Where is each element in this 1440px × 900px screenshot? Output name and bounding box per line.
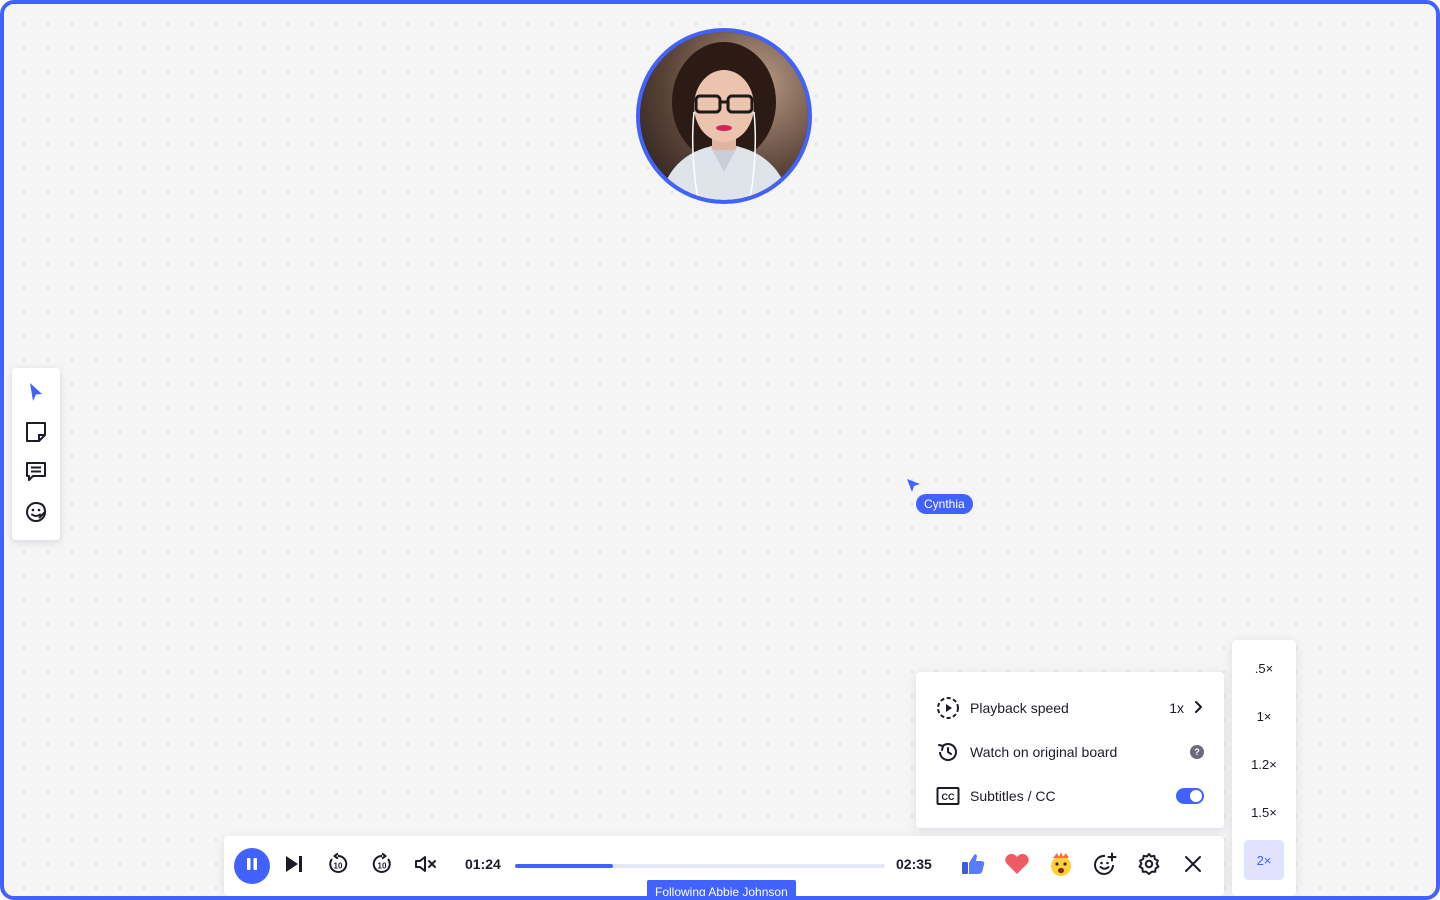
rewind-10-icon: 10 (327, 852, 349, 880)
add-emoji-icon (1093, 852, 1117, 881)
left-toolbar (12, 368, 60, 540)
playback-speed-icon (936, 695, 962, 721)
current-time: 01:24 (465, 856, 501, 872)
presenter-photo (640, 32, 808, 200)
svg-text:10: 10 (378, 861, 387, 870)
skip-next-button[interactable] (276, 848, 312, 884)
svg-text:CC: CC (942, 792, 955, 802)
comment-icon (25, 461, 47, 488)
sticker-icon (25, 501, 47, 528)
react-thumbs-up-button[interactable] (955, 848, 991, 884)
progress-track[interactable] (515, 864, 885, 868)
canvas-board[interactable]: Cynthia Playback speed 1x Watch on origi… (0, 0, 1440, 900)
rewind-10-button[interactable]: 10 (320, 848, 356, 884)
skip-next-icon (284, 855, 304, 878)
remote-cursor-label: Cynthia (916, 494, 973, 514)
subtitles-label: Subtitles / CC (970, 788, 1056, 804)
closed-captions-icon: CC (936, 783, 962, 809)
heart-icon (1004, 852, 1030, 881)
watch-original-row[interactable]: Watch on original board ? (936, 730, 1204, 774)
speed-option[interactable]: 1× (1244, 696, 1284, 736)
cursor-icon (27, 382, 45, 407)
speed-option[interactable]: 1.2× (1244, 744, 1284, 784)
react-mind-blown-button[interactable] (1043, 848, 1079, 884)
playback-settings-menu: Playback speed 1x Watch on original boar… (916, 672, 1224, 828)
tool-sticky-note[interactable] (16, 414, 56, 454)
speed-option-selected[interactable]: 2× (1244, 840, 1284, 880)
speed-option[interactable]: 1.5× (1244, 792, 1284, 832)
chevron-right-icon (1194, 700, 1204, 717)
presenter-avatar (636, 28, 812, 204)
sticky-note-icon (25, 421, 47, 448)
speed-option[interactable]: .5× (1244, 648, 1284, 688)
mind-blown-icon (1048, 851, 1074, 882)
volume-muted-icon (414, 854, 438, 879)
history-icon (936, 739, 962, 765)
forward-10-icon: 10 (371, 852, 393, 880)
react-heart-button[interactable] (999, 848, 1035, 884)
mute-button[interactable] (408, 848, 444, 884)
settings-button[interactable] (1131, 848, 1167, 884)
close-icon (1184, 855, 1202, 878)
progress-fill (515, 864, 614, 868)
pause-button[interactable] (234, 848, 270, 884)
gear-icon (1137, 852, 1161, 881)
close-button[interactable] (1175, 848, 1211, 884)
watch-original-label: Watch on original board (970, 744, 1118, 760)
pause-icon (246, 857, 258, 876)
total-time: 02:35 (896, 856, 932, 872)
forward-10-button[interactable]: 10 (364, 848, 400, 884)
playback-speed-value: 1x (1169, 700, 1184, 716)
tool-select[interactable] (16, 374, 56, 414)
subtitles-toggle[interactable] (1176, 788, 1204, 804)
following-indicator: Following Abbie Johnson (647, 880, 796, 896)
speed-options-menu: .5× 1× 1.2× 1.5× 2× (1232, 640, 1296, 896)
help-icon[interactable]: ? (1190, 745, 1204, 759)
add-reaction-button[interactable] (1087, 848, 1123, 884)
thumbs-up-icon (960, 852, 986, 881)
playback-speed-row[interactable]: Playback speed 1x (936, 686, 1204, 730)
playback-speed-label: Playback speed (970, 700, 1069, 716)
subtitles-row[interactable]: CC Subtitles / CC (936, 774, 1204, 818)
tool-comment[interactable] (16, 454, 56, 494)
svg-text:10: 10 (334, 861, 343, 870)
tool-reactions[interactable] (16, 494, 56, 534)
